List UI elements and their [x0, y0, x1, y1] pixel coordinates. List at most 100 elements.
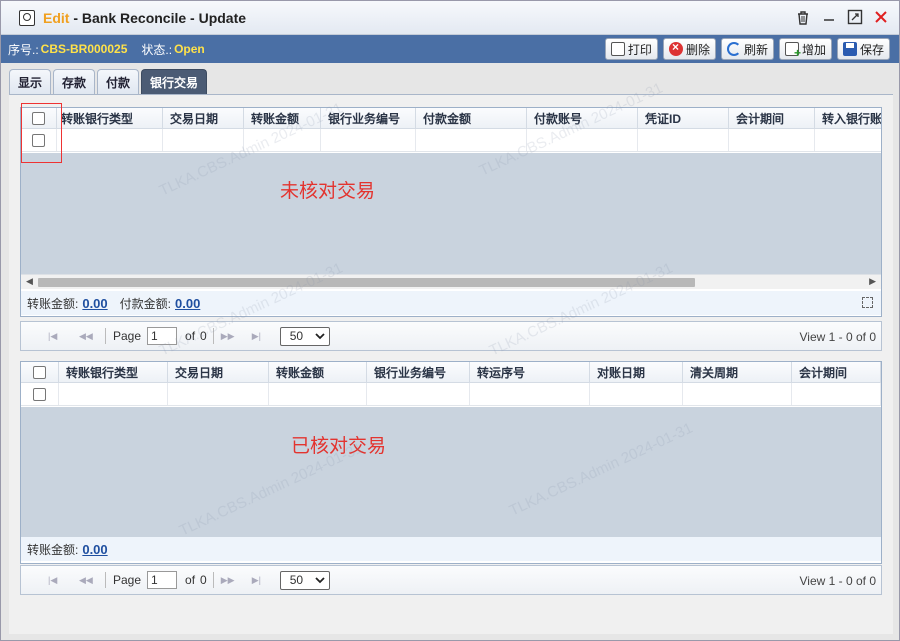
table-cell: [59, 383, 168, 405]
tab-payment[interactable]: 付款: [97, 69, 140, 95]
reconciled-note: 已核对交易: [291, 436, 387, 457]
transfer-total-label: 转账金额:: [27, 542, 79, 557]
row-checkbox[interactable]: [33, 387, 46, 401]
minimize-icon[interactable]: [821, 9, 837, 25]
col-receiving-bank-account[interactable]: 转入银行账: [815, 108, 881, 128]
table-cell: [527, 129, 638, 151]
grid-header: 转账银行类型 交易日期 转账金额 银行业务编号 转运序号 对账日期 清关周期 会…: [21, 362, 881, 383]
add-button[interactable]: 增加: [778, 38, 832, 60]
top-grid-pager: |◀ ◀◀ Page 1 of 0 ▶▶ ▶| 50 View 1 - 0 of…: [20, 321, 882, 351]
col-bank-ref-no[interactable]: 银行业务编号: [321, 108, 416, 128]
next-page-icon[interactable]: ▶▶: [221, 330, 235, 342]
chevron-down-icon: [315, 576, 325, 583]
table-cell: [683, 383, 792, 405]
prev-page-icon[interactable]: ◀◀: [79, 330, 93, 342]
table-cell: [57, 129, 163, 151]
next-page-icon[interactable]: ▶▶: [221, 574, 235, 586]
bottom-grid-pager: |◀ ◀◀ Page 1 of 0 ▶▶ ▶| 50 View 1 - 0 of…: [20, 565, 882, 595]
col-transfer-bank-type[interactable]: 转账银行类型: [59, 362, 168, 382]
pager-divider: [105, 572, 106, 588]
pager-divider: [212, 328, 214, 344]
scrollbar-thumb[interactable]: [38, 278, 695, 287]
payment-total-value[interactable]: 0.00: [175, 296, 200, 311]
window-title: Edit - Bank Reconcile - Update: [43, 10, 246, 26]
trash-icon[interactable]: [795, 9, 811, 25]
title-bar: Edit - Bank Reconcile - Update: [1, 1, 899, 35]
horizontal-scrollbar[interactable]: ◀ ▶: [21, 274, 881, 289]
refresh-button[interactable]: 刷新: [720, 38, 774, 60]
tab-deposit[interactable]: 存款: [53, 69, 96, 95]
page-size-select[interactable]: 50: [279, 326, 330, 346]
grid-totals: 转账金额: 0.00: [21, 537, 881, 561]
col-payment-amount[interactable]: 付款金额: [416, 108, 527, 128]
tab-display[interactable]: 显示: [9, 69, 52, 95]
prev-page-icon[interactable]: ◀◀: [79, 574, 93, 586]
transfer-total-value[interactable]: 0.00: [82, 296, 107, 311]
page-size-value: 50: [289, 573, 304, 587]
transfer-total-value[interactable]: 0.00: [82, 542, 107, 557]
last-page-icon[interactable]: ▶|: [252, 574, 266, 586]
col-voucher-id[interactable]: 凭证ID: [638, 108, 729, 128]
scroll-left-icon[interactable]: ◀: [26, 276, 33, 287]
window-tools: [795, 9, 889, 25]
delete-button[interactable]: 删除: [662, 38, 716, 60]
row-checkbox-cell[interactable]: [21, 383, 59, 405]
table-cell: [729, 129, 815, 151]
pager-divider: [212, 572, 214, 588]
col-payment-account[interactable]: 付款账号: [527, 108, 638, 128]
col-shipping-seq-no[interactable]: 转运序号: [470, 362, 590, 382]
page-number-input[interactable]: 1: [147, 327, 178, 345]
table-cell: [321, 129, 416, 151]
of-label: of: [185, 573, 196, 587]
col-accounting-period[interactable]: 会计期间: [729, 108, 815, 128]
table-cell: [416, 129, 527, 151]
grid-header: 转账银行类型 交易日期 转账金额 银行业务编号 付款金额 付款账号 凭证ID 会…: [21, 108, 881, 129]
maximize-icon[interactable]: [847, 9, 863, 25]
table-cell: [590, 383, 683, 405]
col-transaction-date[interactable]: 交易日期: [168, 362, 269, 382]
printer-icon: [610, 42, 625, 56]
table-cell: [792, 383, 881, 405]
first-page-icon[interactable]: |◀: [48, 330, 62, 342]
page-size-select[interactable]: 50: [279, 570, 330, 590]
page-label: Page: [113, 329, 142, 343]
save-button[interactable]: 保存: [836, 38, 890, 60]
close-icon[interactable]: [873, 9, 889, 25]
delete-label: 删除: [685, 42, 710, 57]
select-all-checkbox-cell[interactable]: [21, 362, 59, 382]
select-all-checkbox[interactable]: [33, 366, 46, 379]
col-clearance-cycle[interactable]: 清关周期: [683, 362, 792, 382]
add-label: 增加: [801, 42, 826, 57]
page-size-value: 50: [289, 329, 304, 343]
pager-divider: [105, 328, 106, 344]
col-transfer-bank-type[interactable]: 转账银行类型: [57, 108, 163, 128]
record-info-bar: 序号.: CBS-BR000025 状态.: Open 打印 删除 刷新 增加 …: [1, 35, 899, 63]
table-row[interactable]: [21, 129, 881, 152]
col-transfer-amount[interactable]: 转账金额: [244, 108, 321, 128]
table-cell: [367, 383, 470, 405]
table-row[interactable]: [21, 383, 881, 406]
view-range-text: View 1 - 0 of 0: [799, 574, 877, 588]
col-transaction-date[interactable]: 交易日期: [163, 108, 244, 128]
first-page-icon[interactable]: |◀: [48, 574, 62, 586]
last-page-icon[interactable]: ▶|: [252, 330, 266, 342]
col-accounting-period[interactable]: 会计期间: [792, 362, 881, 382]
view-range-text: View 1 - 0 of 0: [799, 330, 877, 344]
col-transfer-amount[interactable]: 转账金额: [269, 362, 367, 382]
tab-bank-transactions[interactable]: 银行交易: [141, 69, 208, 95]
scroll-right-icon[interactable]: ▶: [869, 276, 876, 287]
status-value: Open: [174, 42, 205, 56]
seq-label: 序号.:: [8, 42, 39, 57]
table-cell: [638, 129, 729, 151]
col-bank-ref-no[interactable]: 银行业务编号: [367, 362, 470, 382]
reconciled-grid: 转账银行类型 交易日期 转账金额 银行业务编号 转运序号 对账日期 清关周期 会…: [20, 361, 882, 564]
search-window-icon: [19, 9, 35, 26]
of-label: of: [185, 329, 196, 343]
print-button[interactable]: 打印: [604, 38, 658, 60]
status-label: 状态.:: [141, 42, 173, 57]
table-cell: [168, 383, 269, 405]
fit-columns-icon[interactable]: [862, 297, 873, 308]
col-reconcile-date[interactable]: 对账日期: [590, 362, 683, 382]
page-number-input[interactable]: 1: [147, 571, 178, 589]
refresh-label: 刷新: [743, 42, 768, 57]
